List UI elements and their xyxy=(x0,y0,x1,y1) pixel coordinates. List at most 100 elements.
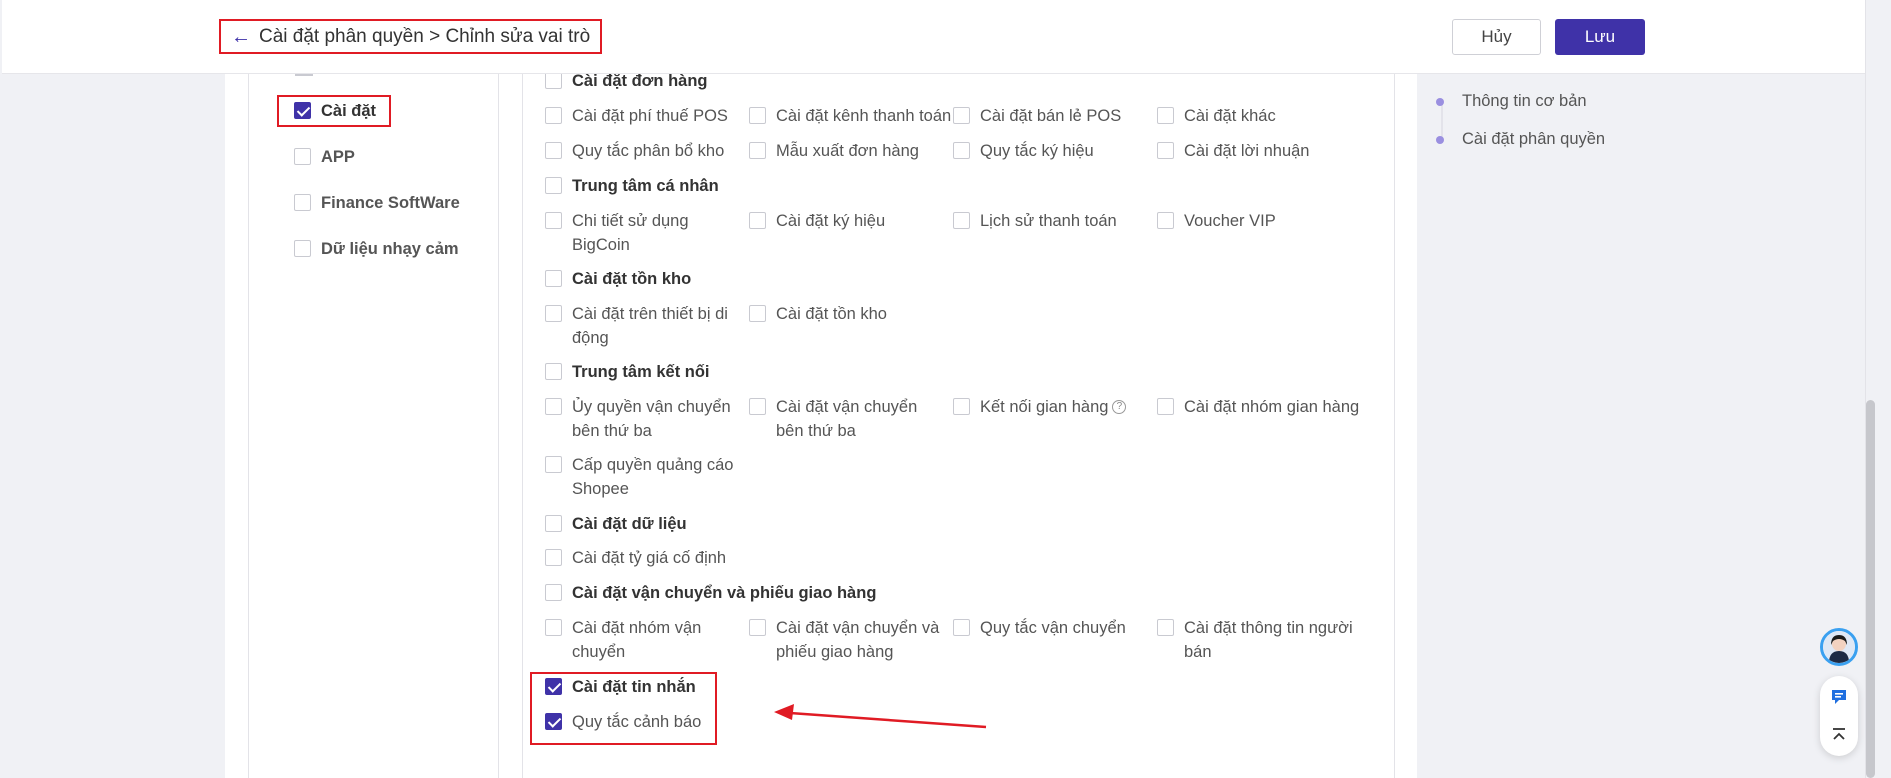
perm-item[interactable]: Cài đặt ký hiệu xyxy=(749,209,885,233)
checkbox[interactable] xyxy=(545,177,562,194)
group-shipping-settings[interactable]: Cài đặt vận chuyển và phiếu giao hàng xyxy=(545,581,876,605)
perm-item[interactable]: Cài đặt vận chuyển bên thứ ba xyxy=(749,395,945,443)
group-data-settings[interactable]: Cài đặt dữ liệu xyxy=(545,512,687,536)
perm-label: Cài đặt khác xyxy=(1184,107,1276,125)
perm-item[interactable]: Voucher VIP xyxy=(1157,209,1276,233)
perm-item[interactable]: Ủy quyền vận chuyển bên thứ ba xyxy=(545,395,735,443)
checkbox[interactable] xyxy=(953,398,970,415)
perm-item[interactable]: Cấp quyền quảng cáo Shopee xyxy=(545,453,735,501)
checkbox[interactable] xyxy=(749,305,766,322)
outline-label: Thông tin cơ bản xyxy=(1462,92,1587,110)
perm-label: Cài đặt ký hiệu xyxy=(776,212,886,230)
checkbox[interactable] xyxy=(545,678,562,695)
support-avatar[interactable] xyxy=(1820,628,1858,666)
checkbox[interactable] xyxy=(749,619,766,636)
checkbox[interactable] xyxy=(545,713,562,730)
checkbox[interactable] xyxy=(545,549,562,566)
checkbox[interactable] xyxy=(294,148,311,165)
arrow-left-icon[interactable]: ← xyxy=(231,27,251,47)
perm-item[interactable]: Cài đặt nhóm vận chuyển xyxy=(545,616,735,664)
perm-item[interactable]: Cài đặt nhóm gian hàng xyxy=(1157,395,1359,419)
annotation-arrow xyxy=(774,704,987,729)
checkbox[interactable] xyxy=(294,194,311,211)
breadcrumb[interactable]: ← Cài đặt phân quyền > Chỉnh sửa vai trò xyxy=(219,19,603,54)
cancel-button[interactable]: Hủy xyxy=(1452,19,1541,55)
checkbox[interactable] xyxy=(1157,142,1174,159)
checkbox[interactable] xyxy=(545,72,562,89)
perm-item[interactable]: Cài đặt lời nhuận xyxy=(1157,139,1309,163)
chat-icon[interactable] xyxy=(1820,678,1858,716)
perm-label: Cài đặt thông tin người bán xyxy=(1184,619,1353,661)
group-title: Trung tâm kết nối xyxy=(572,363,710,381)
checkbox[interactable] xyxy=(749,142,766,159)
perm-label: Mẫu xuất đơn hàng xyxy=(776,142,919,160)
perm-item[interactable]: Kết nối gian hàng ? xyxy=(953,395,1127,419)
checkbox[interactable] xyxy=(294,102,311,119)
perm-item[interactable]: Cài đặt kênh thanh toán xyxy=(749,104,951,128)
menu-item-label: Finance SoftWare xyxy=(321,194,460,212)
checkbox[interactable] xyxy=(749,398,766,415)
checkbox[interactable] xyxy=(1157,212,1174,229)
question-circle-icon[interactable]: ? xyxy=(1112,400,1127,414)
perm-item[interactable]: Mẫu xuất đơn hàng xyxy=(749,139,919,163)
group-message-settings[interactable]: Cài đặt tin nhắn xyxy=(545,675,696,699)
group-title: Cài đặt tin nhắn xyxy=(572,678,696,696)
perm-item[interactable]: Quy tắc vận chuyển xyxy=(953,616,1126,640)
back-to-top-icon[interactable] xyxy=(1820,716,1858,754)
group-inventory-settings[interactable]: Cài đặt tồn kho xyxy=(545,267,691,291)
outline-item-permissions[interactable]: Cài đặt phân quyền xyxy=(1436,130,1605,149)
perm-item[interactable]: Cài đặt bán lẻ POS xyxy=(953,104,1121,128)
perm-item[interactable]: Cài đặt tỷ giá cố định xyxy=(545,546,726,570)
perm-label: Cài đặt vận chuyển và phiếu giao hàng xyxy=(776,619,940,661)
menu-item-settings[interactable]: Cài đặt xyxy=(294,99,376,123)
checkbox[interactable] xyxy=(545,142,562,159)
perm-label: Cài đặt nhóm gian hàng xyxy=(1184,398,1360,416)
arrow-head xyxy=(774,704,794,720)
checkbox[interactable] xyxy=(749,212,766,229)
checkbox[interactable] xyxy=(545,515,562,532)
perm-item[interactable]: Lịch sử thanh toán xyxy=(953,209,1117,233)
perm-label: Cài đặt kênh thanh toán xyxy=(776,107,952,125)
menu-item-sensitive-data[interactable]: Dữ liệu nhạy cảm xyxy=(294,237,459,261)
save-button[interactable]: Lưu xyxy=(1555,19,1645,55)
perm-label: Quy tắc phân bổ kho xyxy=(572,142,725,160)
perm-item[interactable]: Quy tắc cảnh báo xyxy=(545,710,701,734)
checkbox[interactable] xyxy=(953,619,970,636)
perm-item[interactable]: Chi tiết sử dụng BigCoin xyxy=(545,209,735,257)
outline-item-basic-info[interactable]: Thông tin cơ bản xyxy=(1436,92,1587,111)
checkbox[interactable] xyxy=(749,107,766,124)
group-title: Trung tâm cá nhân xyxy=(572,177,719,195)
menu-item-app[interactable]: APP xyxy=(294,145,355,169)
group-connection-center[interactable]: Trung tâm kết nối xyxy=(545,360,710,384)
perm-label: Kết nối gian hàng xyxy=(980,398,1109,416)
perm-item[interactable]: Cài đặt trên thiết bị di động xyxy=(545,302,735,350)
perm-item[interactable]: Quy tắc ký hiệu xyxy=(953,139,1094,163)
checkbox[interactable] xyxy=(545,107,562,124)
checkbox[interactable] xyxy=(294,240,311,257)
checkbox[interactable] xyxy=(545,363,562,380)
checkbox[interactable] xyxy=(953,107,970,124)
outline-label: Cài đặt phân quyền xyxy=(1462,130,1606,148)
checkbox[interactable] xyxy=(545,270,562,287)
perm-item[interactable]: Cài đặt vận chuyển và phiếu giao hàng xyxy=(749,616,945,664)
perm-item[interactable]: Cài đặt phí thuế POS xyxy=(545,104,728,128)
menu-item-finance[interactable]: Finance SoftWare xyxy=(294,191,460,215)
checkbox[interactable] xyxy=(1157,398,1174,415)
group-personal-center[interactable]: Trung tâm cá nhân xyxy=(545,174,719,198)
perm-item[interactable]: Cài đặt thông tin người bán xyxy=(1157,616,1357,664)
checkbox[interactable] xyxy=(953,212,970,229)
checkbox[interactable] xyxy=(545,619,562,636)
perm-item[interactable]: Quy tắc phân bổ kho xyxy=(545,139,724,163)
checkbox[interactable] xyxy=(545,305,562,322)
checkbox[interactable] xyxy=(545,456,562,473)
checkbox[interactable] xyxy=(953,142,970,159)
scrollbar-thumb[interactable] xyxy=(1866,400,1875,778)
perm-label: Chi tiết sử dụng BigCoin xyxy=(572,212,689,254)
checkbox[interactable] xyxy=(1157,107,1174,124)
checkbox[interactable] xyxy=(1157,619,1174,636)
checkbox[interactable] xyxy=(545,584,562,601)
perm-item[interactable]: Cài đặt tồn kho xyxy=(749,302,887,326)
checkbox[interactable] xyxy=(545,212,562,229)
perm-item[interactable]: Cài đặt khác xyxy=(1157,104,1276,128)
checkbox[interactable] xyxy=(545,398,562,415)
